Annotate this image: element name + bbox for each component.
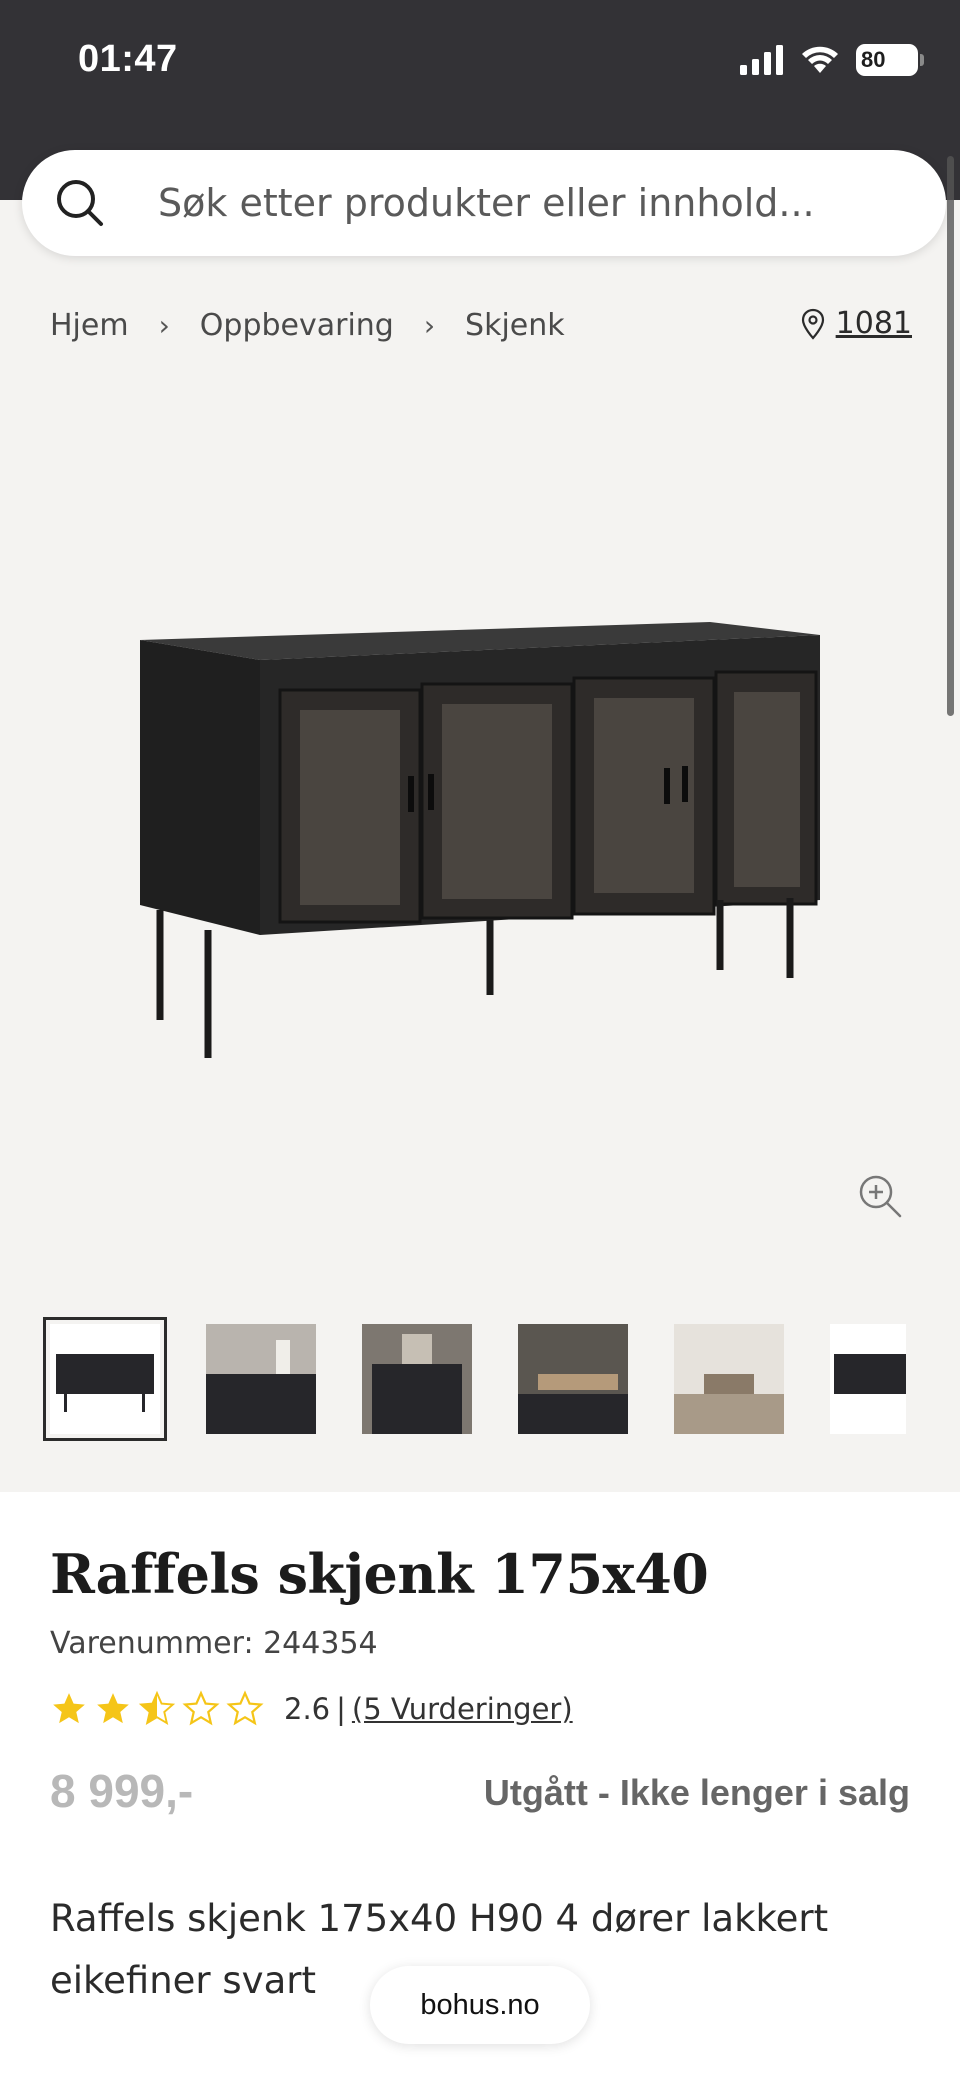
- store-location[interactable]: 1081: [800, 306, 912, 341]
- thumbnail-strip: [43, 1317, 906, 1441]
- thumbnail-2[interactable]: [206, 1324, 316, 1434]
- location-postcode[interactable]: 1081: [836, 306, 912, 341]
- thumbnail-3[interactable]: [362, 1324, 472, 1434]
- battery-level: 80: [861, 47, 886, 72]
- search-bar[interactable]: [22, 150, 946, 256]
- star-empty-icon: [226, 1690, 264, 1726]
- location-pin-icon: [801, 308, 824, 340]
- zoom-in-icon[interactable]: [856, 1172, 904, 1220]
- star-full-icon: [97, 1693, 129, 1724]
- breadcrumb-storage[interactable]: Oppbevaring: [200, 308, 394, 343]
- site-url-pill[interactable]: bohus.no: [370, 1966, 590, 2044]
- status-icons: 80: [740, 44, 924, 76]
- product-price: 8 999,-: [50, 1765, 194, 1817]
- reviews-link[interactable]: (5 Vurderinger): [352, 1692, 573, 1726]
- battery-icon: 80: [856, 44, 924, 76]
- breadcrumb-sideboard[interactable]: Skjenk: [465, 308, 565, 343]
- chevron-right-icon: ›: [423, 309, 436, 342]
- search-input[interactable]: [158, 181, 918, 225]
- thumbnail-1[interactable]: [43, 1317, 167, 1441]
- search-icon[interactable]: [50, 173, 110, 233]
- signal-icon: [740, 45, 783, 75]
- thumbnail-5[interactable]: [674, 1324, 784, 1434]
- product-rating: 2.6 | (5 Vurderinger): [50, 1690, 573, 1728]
- wifi-icon: [802, 46, 838, 73]
- star-full-icon: [53, 1693, 85, 1724]
- product-main-image[interactable]: [130, 600, 830, 1070]
- breadcrumb: Hjem › Oppbevaring › Skjenk: [50, 308, 565, 343]
- product-sku: Varenummer: 244354: [50, 1626, 378, 1661]
- rating-separator: |: [336, 1692, 346, 1726]
- rating-value: 2.6: [284, 1692, 331, 1726]
- star-empty-icon: [182, 1690, 220, 1726]
- chevron-right-icon: ›: [158, 309, 170, 342]
- product-title: Raffels skjenk 175x40: [50, 1542, 709, 1606]
- thumbnail-4[interactable]: [518, 1324, 628, 1434]
- star-half-icon: [138, 1690, 176, 1726]
- thumbnail-6[interactable]: [830, 1324, 906, 1434]
- status-time: 01:47: [78, 38, 178, 80]
- scrollbar[interactable]: [947, 156, 954, 716]
- breadcrumb-home[interactable]: Hjem: [50, 308, 129, 343]
- availability-status: Utgått - Ikke lenger i salg: [483, 1772, 910, 1813]
